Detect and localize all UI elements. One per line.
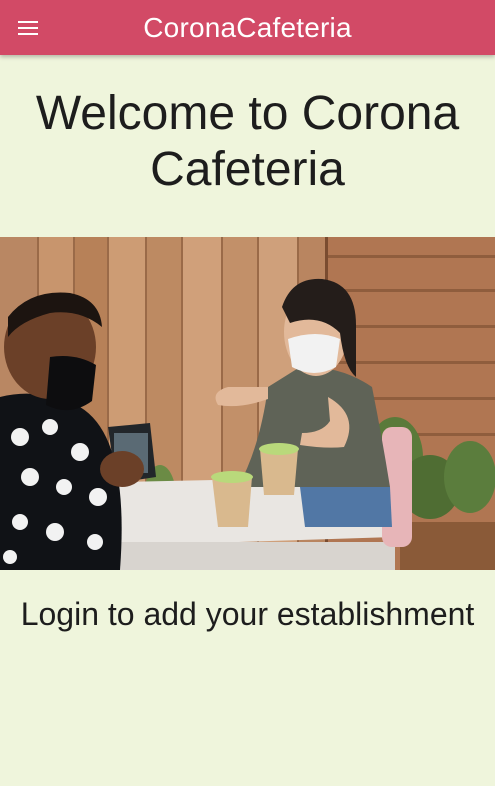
app-bar: CoronaCafeteria bbox=[0, 0, 495, 55]
hamburger-menu-icon bbox=[18, 21, 38, 35]
login-prompt: Login to add your establishment bbox=[20, 596, 475, 632]
menu-button[interactable] bbox=[10, 10, 46, 46]
welcome-heading: Welcome to Corona Cafeteria bbox=[35, 87, 460, 196]
app-title: CoronaCafeteria bbox=[143, 12, 352, 43]
hero-image bbox=[0, 237, 495, 570]
